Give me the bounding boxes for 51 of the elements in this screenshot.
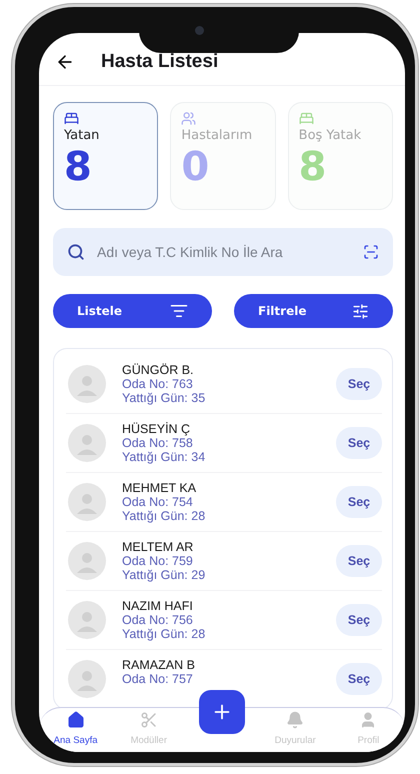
bell-icon [286, 711, 304, 729]
avatar-icon [68, 542, 106, 580]
room-number: Oda No: 756 [122, 613, 194, 627]
patient-name: NAZIM HAFI [122, 599, 194, 613]
select-button[interactable]: Seç [336, 427, 382, 459]
search-icon [67, 243, 85, 261]
avatar-icon [68, 601, 106, 639]
add-button[interactable] [198, 690, 245, 734]
patient-name: HÜSEYİN Ç [122, 422, 192, 436]
house-icon [66, 711, 85, 729]
stat-value: 8 [298, 145, 326, 189]
filter-button[interactable]: Filtrele [234, 294, 393, 328]
stat-card[interactable]: Yatan 8 [53, 102, 158, 210]
avatar-icon [68, 660, 106, 698]
patient-name: MELTEM AR [122, 540, 194, 554]
select-button[interactable]: Seç [336, 368, 382, 400]
patient-name: RAMAZAN B [122, 658, 196, 672]
avatar-icon [68, 365, 106, 403]
select-button[interactable]: Seç [336, 663, 382, 695]
room-number: Oda No: 758 [122, 436, 194, 450]
bed-icon [298, 111, 314, 126]
room-number: Oda No: 759 [122, 554, 194, 568]
stay-days: Yattığı Gün: 28 [122, 627, 320, 641]
select-button[interactable]: Seç [336, 545, 382, 577]
stat-value: 0 [181, 145, 210, 189]
bed-icon [64, 111, 79, 126]
select-button[interactable]: Seç [336, 604, 382, 636]
scissors-icon [140, 711, 158, 729]
room-number: Oda No: 754 [122, 495, 194, 509]
stay-days: Yattığı Gün: 34 [122, 450, 320, 464]
sort-icon [170, 302, 188, 320]
stay-days: Yattığı Gün: 29 [122, 568, 320, 582]
stay-days: Yattığı Gün: 28 [122, 509, 320, 523]
avatar-icon [68, 424, 106, 462]
list-button[interactable]: Listele [53, 294, 212, 328]
stat-value: 8 [64, 145, 92, 189]
sliders-icon [352, 302, 369, 320]
search-bar[interactable]: Adı veya T.C Kimlik No İle Ara [53, 228, 393, 276]
select-button[interactable]: Seç [336, 486, 382, 518]
people-icon [181, 111, 196, 126]
search-field[interactable]: Adı veya T.C Kimlik No İle Ara [95, 243, 353, 261]
camera-icon [194, 26, 204, 34]
room-number: Oda No: 763 [122, 377, 194, 391]
scan-icon[interactable] [363, 244, 379, 260]
nav-tab[interactable]: Ana Sayfa [39, 711, 112, 746]
stay-days: Yattığı Gün: 35 [122, 391, 320, 405]
room-number: Oda No: 757 [122, 672, 194, 686]
patient-name: GÜNGÖR B. [122, 363, 195, 377]
page-title: Hasta Listesi [101, 51, 218, 73]
patient-name: MEHMET KA [122, 481, 198, 495]
avatar-icon [68, 483, 106, 521]
